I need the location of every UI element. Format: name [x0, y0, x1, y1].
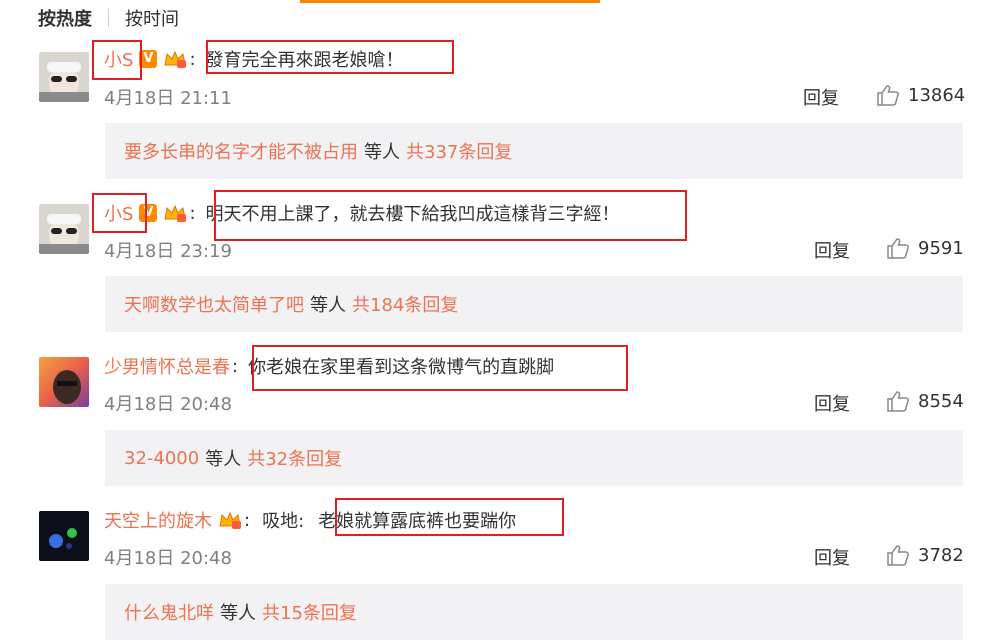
user-name[interactable]: 天空上的旋木 [104, 507, 212, 533]
colon: : [189, 48, 196, 70]
vip-crown-icon [163, 49, 187, 69]
reply-summary[interactable]: 什么鬼北咩 等人 共15条回复 [105, 584, 963, 640]
reply-summary[interactable]: 要多长串的名字才能不被占用 等人 共337条回复 [105, 123, 963, 179]
reply-mid-text: 等人 [364, 142, 400, 163]
avatar[interactable] [39, 52, 89, 102]
sort-bar: 按热度 按时间 [38, 6, 179, 30]
reply-users[interactable]: 天啊数学也太简单了吧 [124, 291, 304, 317]
avatar[interactable] [39, 357, 89, 407]
like-button[interactable]: 13864 [876, 84, 965, 106]
reply-users[interactable]: 要多长串的名字才能不被占用 [124, 138, 358, 164]
top-accent-line [300, 0, 600, 3]
reply-button[interactable]: 回复 [814, 237, 850, 263]
like-button[interactable]: 8554 [886, 390, 964, 412]
vip-crown-icon [163, 203, 187, 223]
reply-mid-text: 等人 [310, 295, 346, 316]
highlight-box [335, 498, 564, 536]
reply-button[interactable]: 回复 [814, 544, 850, 570]
like-count: 13864 [908, 84, 966, 106]
reply-total-link[interactable]: 共184条回复 [352, 291, 458, 317]
highlight-box [206, 40, 454, 74]
reply-total-link[interactable]: 共32条回复 [247, 445, 342, 471]
avatar[interactable] [39, 204, 89, 254]
highlight-box [214, 190, 687, 241]
comment-time: 4月18日 23:19 [104, 241, 232, 262]
highlight-box [92, 40, 142, 80]
avatar[interactable] [39, 511, 89, 561]
reply-button[interactable]: 回复 [803, 84, 839, 110]
reply-button[interactable]: 回复 [814, 390, 850, 416]
verified-badge-icon: V [139, 50, 158, 68]
reply-mid-text: 等人 [220, 603, 256, 624]
like-count: 9591 [918, 237, 964, 259]
highlight-box [252, 345, 628, 391]
sort-by-time-tab[interactable]: 按时间 [125, 5, 179, 31]
like-count: 8554 [918, 390, 964, 412]
reply-summary[interactable]: 天啊数学也太简单了吧 等人 共184条回复 [105, 276, 963, 332]
comment-prefix: 吸地: [262, 511, 305, 532]
highlight-box [92, 193, 147, 233]
vip-crown-icon [218, 510, 242, 530]
like-count: 3782 [918, 544, 964, 566]
reply-users[interactable]: 32-4000 [124, 448, 199, 469]
comment-time: 4月18日 21:11 [104, 88, 232, 109]
colon: : [189, 202, 196, 224]
reply-total-link[interactable]: 共337条回复 [406, 138, 512, 164]
sort-divider [108, 9, 109, 27]
colon: : [232, 355, 239, 377]
colon: : [244, 509, 251, 531]
thumbs-up-icon [887, 391, 909, 412]
like-button[interactable]: 3782 [886, 544, 964, 566]
comment-time: 4月18日 20:48 [104, 394, 232, 415]
reply-mid-text: 等人 [205, 449, 242, 470]
like-button[interactable]: 9591 [886, 237, 964, 259]
thumbs-up-icon [887, 238, 909, 259]
comment-time: 4月18日 20:48 [104, 548, 232, 569]
user-name[interactable]: 少男情怀总是春 [104, 353, 230, 379]
reply-summary[interactable]: 32-4000 等人 共32条回复 [105, 430, 963, 486]
thumbs-up-icon [887, 545, 909, 566]
reply-total-link[interactable]: 共15条回复 [262, 599, 357, 625]
reply-users[interactable]: 什么鬼北咩 [124, 599, 214, 625]
thumbs-up-icon [877, 85, 899, 106]
sort-by-hot-tab[interactable]: 按热度 [38, 5, 92, 31]
